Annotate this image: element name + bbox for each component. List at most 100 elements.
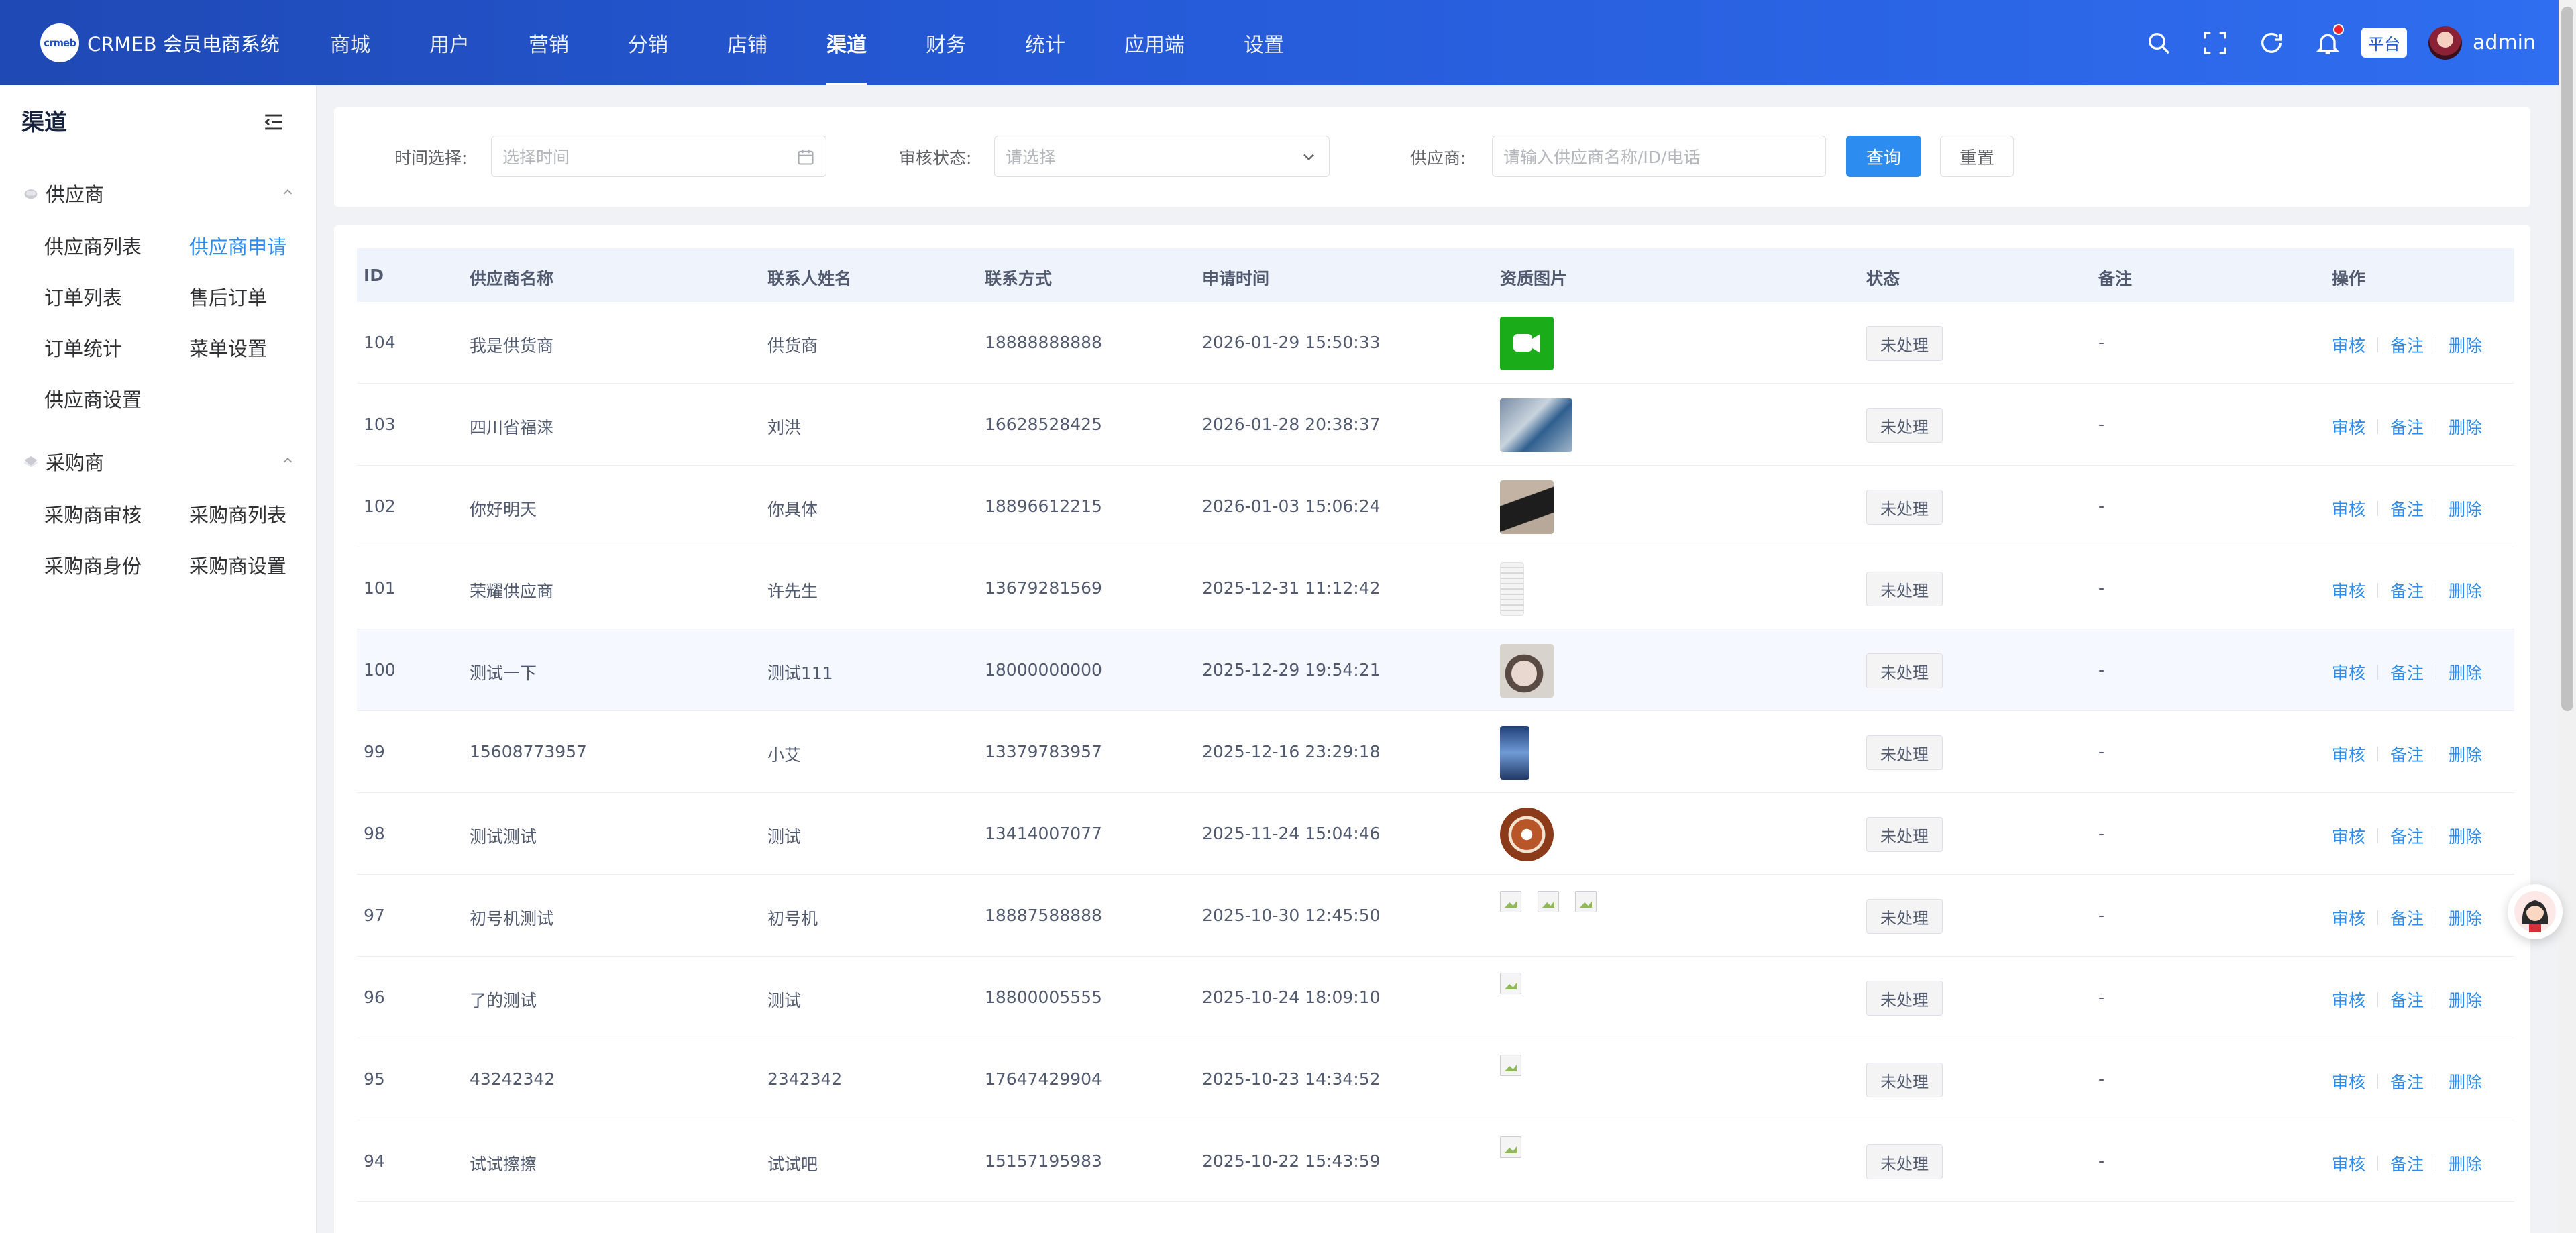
review-link[interactable]: 审核 <box>2332 742 2365 766</box>
delete-link[interactable]: 删除 <box>2449 496 2482 521</box>
sidebar-item-purchaser-settings[interactable]: 采购商设置 <box>189 551 286 579</box>
topnav-item-store[interactable]: 店铺 <box>714 0 781 85</box>
table-row[interactable]: 99 15608773957 小艾 13379783957 2025-12-16 23:… <box>357 711 2514 793</box>
table-row[interactable]: 96 了的测试 测试 18800005555 2025-10-24 18:09:10 未处… <box>357 957 2514 1038</box>
sidebar-item-aftersale-orders[interactable]: 售后订单 <box>189 282 267 311</box>
broken-image-icon[interactable] <box>1500 973 1521 994</box>
review-link[interactable]: 审核 <box>2332 1151 2365 1175</box>
qualification-thumb[interactable] <box>1500 562 1524 616</box>
broken-image-icon[interactable] <box>1538 891 1559 912</box>
status-badge: 未处理 <box>1866 817 1943 852</box>
avatar[interactable] <box>2428 25 2462 60</box>
refresh-icon[interactable] <box>2258 30 2285 56</box>
remark-link[interactable]: 备注 <box>2390 1069 2424 1093</box>
review-link[interactable]: 审核 <box>2332 824 2365 848</box>
delete-link[interactable]: 删除 <box>2449 1069 2482 1093</box>
sidebar-item-supplier-list[interactable]: 供应商列表 <box>44 231 142 260</box>
review-link[interactable]: 审核 <box>2332 496 2365 521</box>
topnav-item-channel[interactable]: 渠道 <box>813 0 880 85</box>
topnav-item-distribution[interactable]: 分销 <box>614 0 682 85</box>
table-row[interactable]: 102 你好明天 你具体 18896612215 2026-01-03 15:06:24… <box>357 466 2514 547</box>
customer-service-avatar-icon <box>2514 891 2556 932</box>
review-link[interactable]: 审核 <box>2332 1069 2365 1093</box>
sidebar-group-supplier[interactable]: 供应商 <box>21 179 295 207</box>
table-row[interactable]: 101 荣耀供应商 许先生 13679281569 2025-12-31 11:12:4… <box>357 547 2514 629</box>
review-link[interactable]: 审核 <box>2332 906 2365 930</box>
broken-image-icon[interactable] <box>1500 1055 1521 1076</box>
qualification-thumb[interactable] <box>1500 398 1572 452</box>
bell-icon[interactable] <box>2314 23 2344 56</box>
reset-button[interactable]: 重置 <box>1940 136 2014 177</box>
sidebar-item-order-list[interactable]: 订单列表 <box>44 282 122 311</box>
qualification-thumb[interactable] <box>1500 317 1554 370</box>
qualification-thumb[interactable] <box>1500 644 1554 698</box>
sidebar-item-supplier-apply[interactable]: 供应商申请 <box>189 231 286 260</box>
review-link[interactable]: 审核 <box>2332 333 2365 357</box>
delete-link[interactable]: 删除 <box>2449 824 2482 848</box>
table-row[interactable]: 98 测试测试 测试 13414007077 2025-11-24 15:04:46 未处… <box>357 793 2514 875</box>
delete-link[interactable]: 删除 <box>2449 660 2482 684</box>
sidebar-item-purchaser-review[interactable]: 采购商审核 <box>44 500 142 528</box>
topnav-item-settings[interactable]: 设置 <box>1230 0 1297 85</box>
broken-image-icon[interactable] <box>1500 891 1521 912</box>
qualification-thumb[interactable] <box>1500 808 1554 861</box>
topnav-item-finance[interactable]: 财务 <box>912 0 979 85</box>
remark-link[interactable]: 备注 <box>2390 660 2424 684</box>
review-link[interactable]: 审核 <box>2332 578 2365 602</box>
delete-link[interactable]: 删除 <box>2449 415 2482 439</box>
table-row[interactable]: 95 43242342 2342342 17647429904 2025-10-23 1… <box>357 1038 2514 1120</box>
delete-link[interactable]: 删除 <box>2449 333 2482 357</box>
topnav-item-statistics[interactable]: 统计 <box>1012 0 1079 85</box>
broken-image-icon[interactable] <box>1500 1136 1521 1158</box>
topnav-item-apps[interactable]: 应用端 <box>1111 0 1198 85</box>
remark-link[interactable]: 备注 <box>2390 333 2424 357</box>
table-row[interactable]: 104 我是供货商 供货商 18888888888 2026-01-29 15:50:3… <box>357 302 2514 384</box>
admin-name[interactable]: admin <box>2473 31 2536 54</box>
table-row[interactable]: 103 四川省福涞 刘洪 16628528425 2026-01-28 20:38:37… <box>357 384 2514 466</box>
topnav-item-mall[interactable]: 商城 <box>317 0 384 85</box>
query-button[interactable]: 查询 <box>1846 136 1921 177</box>
cell-phone: 18887588888 <box>985 906 1102 925</box>
remark-link[interactable]: 备注 <box>2390 1151 2424 1175</box>
remark-link[interactable]: 备注 <box>2390 906 2424 930</box>
time-picker[interactable]: 选择时间 <box>491 136 826 177</box>
status-select[interactable]: 请选择 <box>994 136 1330 177</box>
delete-link[interactable]: 删除 <box>2449 1151 2482 1175</box>
table-row[interactable]: 100 测试一下 测试111 18000000000 2025-12-29 19:54:… <box>357 629 2514 711</box>
remark-link[interactable]: 备注 <box>2390 578 2424 602</box>
page-scrollbar[interactable] <box>2559 0 2576 1233</box>
table-row[interactable]: 97 初号机测试 初号机 18887588888 2025-10-30 12:45:50… <box>357 875 2514 957</box>
brand[interactable]: crmeb CRMEB 会员电商系统 <box>0 23 317 62</box>
sidebar-item-purchaser-list[interactable]: 采购商列表 <box>189 500 286 528</box>
review-link[interactable]: 审核 <box>2332 660 2365 684</box>
sidebar-item-purchaser-identity[interactable]: 采购商身份 <box>44 551 142 579</box>
collapse-menu-icon[interactable] <box>262 111 285 133</box>
review-link[interactable]: 审核 <box>2332 415 2365 439</box>
qualification-thumb[interactable] <box>1500 726 1529 780</box>
sidebar-item-supplier-settings[interactable]: 供应商设置 <box>44 384 142 413</box>
sidebar-group-purchaser[interactable]: 采购商 <box>21 447 295 476</box>
remark-link[interactable]: 备注 <box>2390 742 2424 766</box>
broken-image-icon[interactable] <box>1575 891 1597 912</box>
scrollbar-thumb[interactable] <box>2561 7 2573 711</box>
fullscreen-icon[interactable] <box>2202 30 2229 56</box>
table-row[interactable]: 94 试试擦擦 试试吧 15157195983 2025-10-22 15:43:59 未… <box>357 1120 2514 1202</box>
review-link[interactable]: 审核 <box>2332 987 2365 1012</box>
delete-link[interactable]: 删除 <box>2449 742 2482 766</box>
platform-tag[interactable]: 平台 <box>2361 28 2407 58</box>
sidebar-item-order-stats[interactable]: 订单统计 <box>44 333 122 362</box>
qualification-thumb[interactable] <box>1500 480 1554 534</box>
topnav-item-marketing[interactable]: 营销 <box>515 0 582 85</box>
remark-link[interactable]: 备注 <box>2390 415 2424 439</box>
supplier-search-input[interactable]: 请输入供应商名称/ID/电话 <box>1492 136 1826 177</box>
delete-link[interactable]: 删除 <box>2449 906 2482 930</box>
sidebar-item-menu-settings[interactable]: 菜单设置 <box>189 333 267 362</box>
topnav-item-user[interactable]: 用户 <box>416 0 483 85</box>
delete-link[interactable]: 删除 <box>2449 987 2482 1012</box>
customer-service-button[interactable] <box>2508 884 2563 939</box>
remark-link[interactable]: 备注 <box>2390 987 2424 1012</box>
remark-link[interactable]: 备注 <box>2390 824 2424 848</box>
remark-link[interactable]: 备注 <box>2390 496 2424 521</box>
search-icon[interactable] <box>2145 30 2172 56</box>
delete-link[interactable]: 删除 <box>2449 578 2482 602</box>
